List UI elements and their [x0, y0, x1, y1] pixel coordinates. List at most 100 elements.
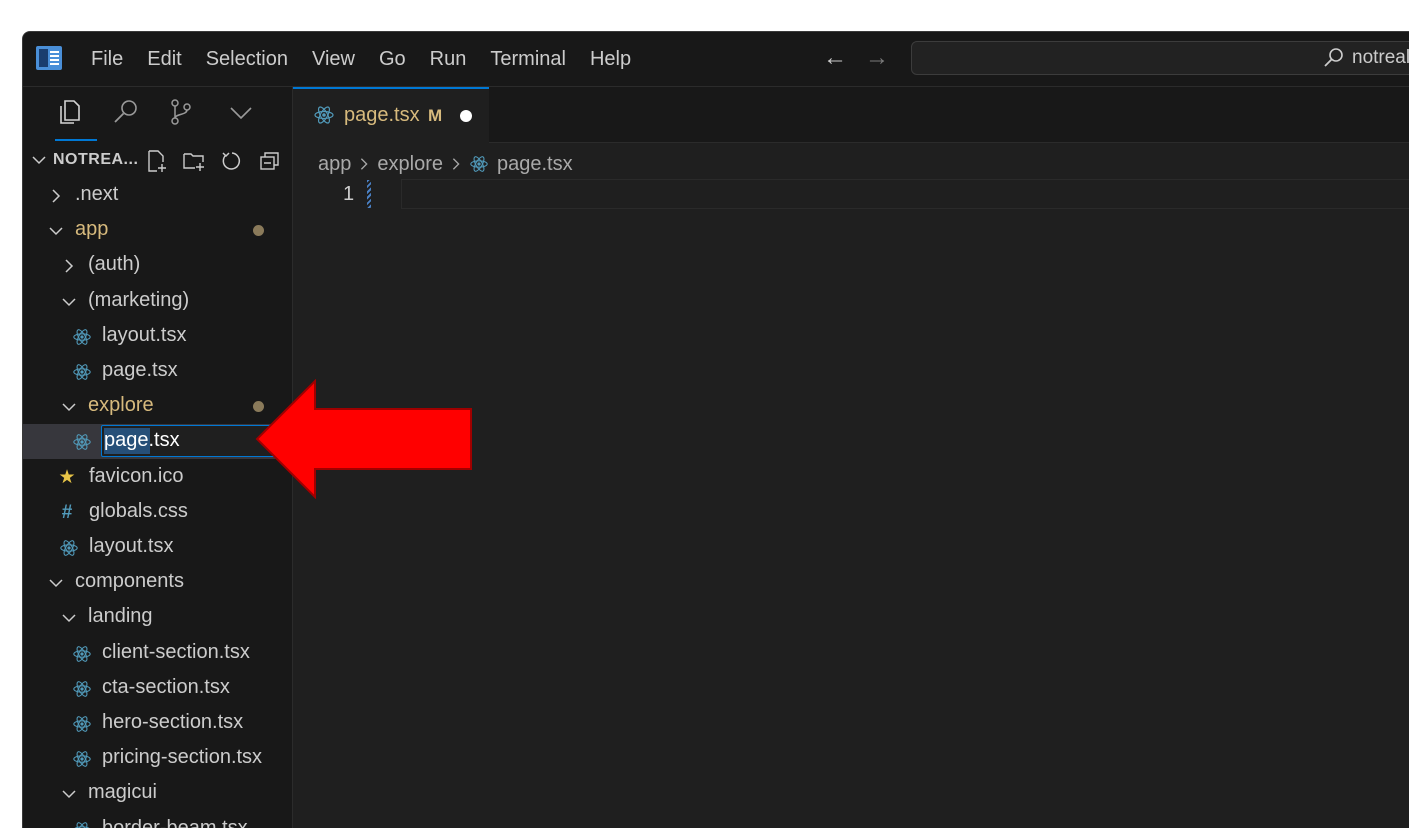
new-file-icon[interactable]	[144, 149, 168, 173]
react-icon	[73, 364, 91, 380]
tab-label: page.tsx	[344, 104, 420, 126]
vscode-window: File Edit Selection View Go Run Terminal Help ←…	[22, 31, 1409, 828]
chevron-down-icon	[32, 156, 46, 165]
tree-file-row[interactable]: cta-section.tsx	[23, 671, 292, 706]
chevron-down-icon	[62, 298, 76, 307]
tree-file-row[interactable]: ★ favicon.ico	[23, 460, 292, 495]
text-cursor	[367, 180, 371, 208]
chevron-down-icon	[49, 227, 63, 236]
search-icon[interactable]	[111, 97, 141, 127]
hash-icon: #	[61, 502, 73, 523]
tree-folder-row[interactable]: .next	[23, 178, 292, 213]
tree-item-label: favicon.ico	[89, 465, 184, 487]
command-center-search[interactable]: notreal	[911, 41, 1409, 75]
unselected-text: .tsx	[148, 429, 180, 451]
line-number: 1	[343, 183, 355, 205]
source-control-icon[interactable]	[166, 97, 196, 127]
tree-folder-row[interactable]: magicui	[23, 776, 292, 811]
tree-file-row[interactable]: client-section.tsx	[23, 636, 292, 671]
tree-folder-row[interactable]: (marketing)	[23, 284, 292, 319]
menu-bar: File Edit Selection View Go Run Terminal Help	[79, 32, 643, 86]
tree-item-label: layout.tsx	[102, 324, 187, 346]
chevron-down-icon	[62, 614, 76, 623]
tree-item-label: client-section.tsx	[102, 641, 250, 663]
rename-text: page.tsx	[104, 429, 180, 452]
workspace-name: notreal	[1352, 47, 1409, 68]
files-icon[interactable]	[56, 97, 86, 127]
tab-page-tsx[interactable]: page.tsx M	[293, 87, 489, 143]
unsaved-dot-icon[interactable]	[460, 110, 472, 122]
chevron-down-icon	[49, 579, 63, 588]
menu-terminal[interactable]: Terminal	[478, 32, 578, 86]
tree-item-label: .next	[75, 183, 119, 205]
chevron-down-icon[interactable]	[226, 97, 256, 127]
tree-file-row[interactable]: layout.tsx	[23, 319, 292, 354]
collapse-all-icon[interactable]	[258, 149, 282, 173]
title-bar: File Edit Selection View Go Run Terminal Help ←…	[23, 32, 1409, 87]
menu-view[interactable]: View	[300, 32, 367, 86]
explorer-title: NOTREA...	[53, 151, 139, 168]
tree-item-label: globals.css	[89, 500, 188, 522]
chevron-right-icon	[65, 259, 74, 273]
forward-arrow-icon[interactable]: →	[863, 44, 891, 72]
search-icon	[1324, 48, 1343, 67]
breadcrumb-item[interactable]: app	[318, 153, 351, 176]
back-arrow-icon[interactable]: ←	[821, 44, 849, 72]
active-view-indicator	[55, 139, 97, 141]
chevron-right-icon	[52, 189, 61, 203]
chevron-right-icon	[361, 158, 368, 170]
tree-folder-row[interactable]: components	[23, 565, 292, 600]
tree-folder-row[interactable]: explore	[23, 389, 292, 424]
chevron-right-icon	[452, 158, 460, 170]
tree-file-row[interactable]: border-beam.tsx	[23, 812, 292, 828]
tree-item-label: magicui	[88, 781, 157, 803]
react-icon	[74, 822, 90, 828]
tree-item-label: components	[75, 570, 184, 592]
tree-file-row[interactable]: hero-section.tsx	[23, 706, 292, 741]
react-icon	[73, 434, 91, 450]
new-folder-icon[interactable]	[182, 149, 206, 173]
menu-run[interactable]: Run	[418, 32, 479, 86]
tree-item-label: hero-section.tsx	[102, 711, 244, 733]
menu-file[interactable]: File	[79, 32, 135, 86]
modified-dot-icon	[253, 225, 264, 236]
react-icon	[73, 751, 91, 767]
explorer-header[interactable]: NOTREA...	[23, 144, 292, 178]
tree-file-row[interactable]: page.tsx	[23, 424, 292, 459]
breadcrumb-item[interactable]: explore	[377, 153, 443, 176]
chevron-down-icon	[62, 790, 76, 799]
react-icon	[73, 329, 91, 345]
react-icon	[60, 540, 78, 556]
tree-file-row[interactable]: page.tsx	[23, 354, 292, 389]
menu-go[interactable]: Go	[367, 32, 418, 86]
tree-item-label: (marketing)	[88, 289, 190, 311]
react-icon	[73, 646, 91, 662]
explorer-sidebar: NOTREA... .next app (auth) (marketing) layou…	[23, 87, 293, 828]
tab-modified-badge: M	[428, 106, 443, 125]
tree-item-label: layout.tsx	[89, 535, 174, 557]
tree-item-label: pricing-section.tsx	[102, 746, 263, 768]
menu-help[interactable]: Help	[578, 32, 643, 86]
tree-file-row[interactable]: layout.tsx	[23, 530, 292, 565]
selected-text: page	[104, 429, 149, 451]
tree-folder-row[interactable]: landing	[23, 600, 292, 635]
react-icon	[73, 716, 91, 732]
tree-item-label: app	[75, 218, 109, 240]
menu-selection[interactable]: Selection	[194, 32, 300, 86]
tree-folder-row[interactable]: (auth)	[23, 248, 292, 283]
menu-edit[interactable]: Edit	[135, 32, 193, 86]
react-icon	[73, 681, 91, 697]
tree-file-row[interactable]: pricing-section.tsx	[23, 741, 292, 776]
refresh-icon[interactable]	[220, 149, 244, 173]
tree-item-label: border-beam.tsx	[102, 817, 248, 828]
navigation-arrows: ← →	[821, 44, 891, 72]
tree-item-label: cta-section.tsx	[102, 676, 230, 698]
tree-folder-row[interactable]: app	[23, 213, 292, 248]
react-icon	[470, 156, 488, 172]
tree-item-label: explore	[88, 394, 154, 416]
tree-file-row[interactable]: # globals.css	[23, 495, 292, 530]
star-icon: ★	[58, 467, 76, 488]
breadcrumb-item[interactable]: page.tsx	[497, 153, 573, 176]
tab-bar: page.tsx M	[293, 87, 1409, 143]
toggle-sidebar-icon[interactable]	[36, 46, 62, 70]
